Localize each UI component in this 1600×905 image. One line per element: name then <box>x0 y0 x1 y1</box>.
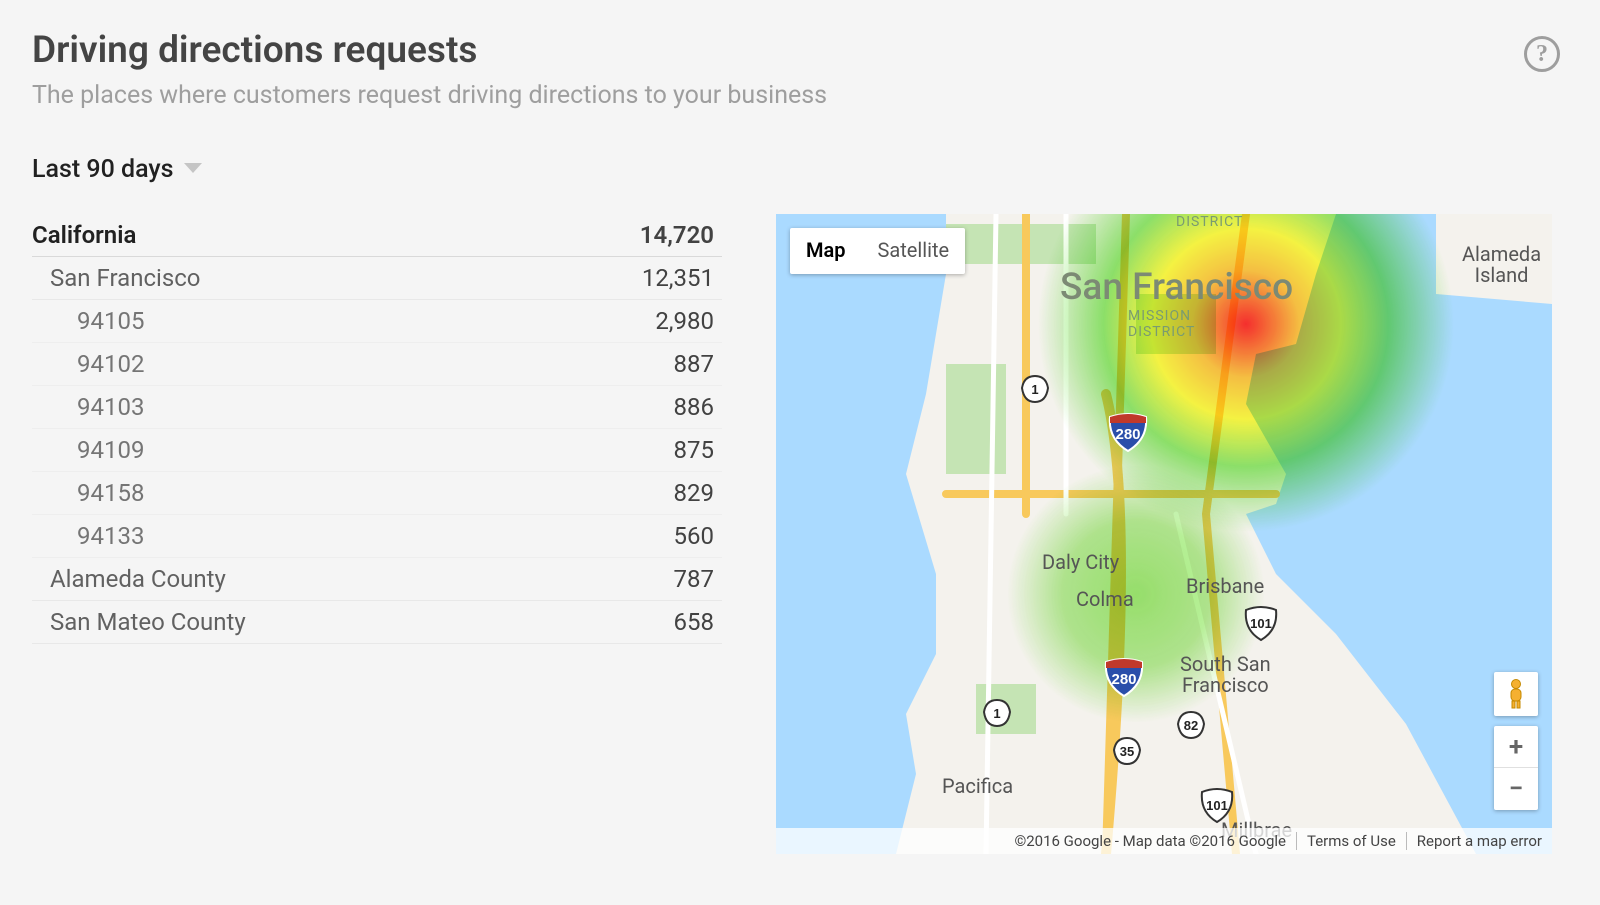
map-type-map[interactable]: Map <box>790 228 862 274</box>
map-city-label: Pacifica <box>942 776 1013 797</box>
map-city-label-main: San Francisco <box>1060 266 1293 309</box>
county-value: 12,351 <box>642 264 714 292</box>
heatmap[interactable]: San Francisco DISTRICTMISSIONDISTRICT Da… <box>776 214 1552 854</box>
svg-text:280: 280 <box>1115 426 1140 443</box>
titles: Driving directions requests The places w… <box>32 30 1524 111</box>
interstate-280-shield-icon: 280 <box>1106 409 1146 449</box>
map-type-satellite[interactable]: Satellite <box>862 228 966 274</box>
county-value: 658 <box>674 608 714 636</box>
svg-text:35: 35 <box>1120 744 1134 759</box>
county-row[interactable]: San Mateo County 658 <box>32 601 722 644</box>
page-subtitle: The places where customers request drivi… <box>32 81 1524 111</box>
svg-text:1: 1 <box>993 706 1000 721</box>
timeframe-label: Last 90 days <box>32 155 174 184</box>
svg-text:1: 1 <box>1031 382 1038 397</box>
zip-value: 560 <box>674 522 714 550</box>
timeframe-selector[interactable]: Last 90 days <box>32 155 1568 184</box>
zip-row[interactable]: 94102 887 <box>32 343 722 386</box>
zip-row[interactable]: 94133 560 <box>32 515 722 558</box>
county-name: Alameda County <box>50 565 226 593</box>
us-101-shield-icon: 101 <box>1242 604 1282 644</box>
interstate-280-shield-icon: 280 <box>1102 654 1142 694</box>
zip-name: 94102 <box>77 350 144 378</box>
state-value: 14,720 <box>640 221 714 249</box>
header: Driving directions requests The places w… <box>32 30 1568 111</box>
county-name: San Francisco <box>50 264 200 292</box>
ca-82-shield-icon: 82 <box>1176 710 1216 750</box>
state-row[interactable]: California 14,720 <box>32 214 722 257</box>
zoom-controls: + − <box>1494 726 1538 810</box>
zip-row[interactable]: 94103 886 <box>32 386 722 429</box>
zip-value: 886 <box>674 393 714 421</box>
county-name: San Mateo County <box>50 608 246 636</box>
svg-text:101: 101 <box>1250 616 1272 631</box>
page-title: Driving directions requests <box>32 30 1524 73</box>
ca-35-shield-icon: 35 <box>1112 736 1152 776</box>
zip-row[interactable]: 94105 2,980 <box>32 300 722 343</box>
map-attribution-data: ©2016 Google - Map data ©2016 Google <box>1004 832 1296 850</box>
pegman-icon <box>1506 679 1526 709</box>
zip-name: 94109 <box>77 436 144 464</box>
streetview-pegman[interactable] <box>1494 672 1538 716</box>
zip-value: 887 <box>674 350 714 378</box>
help-icon[interactable]: ? <box>1524 36 1560 72</box>
zip-row[interactable]: 94109 875 <box>32 429 722 472</box>
map-city-label: Colma <box>1076 589 1134 610</box>
map-city-label: South SanFrancisco <box>1180 654 1271 696</box>
map-type-toggle[interactable]: Map Satellite <box>790 228 965 274</box>
map-city-label: Brisbane <box>1186 576 1264 597</box>
county-row[interactable]: San Francisco 12,351 <box>32 257 722 300</box>
ca-1-shield-icon: 1 <box>982 698 1022 738</box>
svg-text:82: 82 <box>1184 718 1198 733</box>
map-district-label: MISSION <box>1128 308 1191 324</box>
zoom-in-button[interactable]: + <box>1494 726 1538 768</box>
zip-name: 94103 <box>77 393 144 421</box>
zip-name: 94158 <box>77 479 144 507</box>
zip-row[interactable]: 94158 829 <box>32 472 722 515</box>
state-name: California <box>32 221 136 249</box>
us-101-shield-icon: 101 <box>1198 786 1238 826</box>
map-city-label: Daly City <box>1042 552 1119 573</box>
region-table: California 14,720 San Francisco 12,351 9… <box>32 214 722 644</box>
ca-1-shield-icon: 1 <box>1020 374 1060 414</box>
map-report-error-link[interactable]: Report a map error <box>1406 832 1552 850</box>
zoom-out-button[interactable]: − <box>1494 768 1538 810</box>
map-district-label: DISTRICT <box>1128 324 1195 340</box>
zip-value: 829 <box>674 479 714 507</box>
zip-value: 2,980 <box>655 307 714 335</box>
map-city-label: AlamedaIsland <box>1462 244 1541 286</box>
map-attribution: ©2016 Google - Map data ©2016 Google Ter… <box>776 828 1552 854</box>
zip-name: 94133 <box>77 522 144 550</box>
svg-text:280: 280 <box>1111 671 1136 688</box>
zip-value: 875 <box>674 436 714 464</box>
map-terms-link[interactable]: Terms of Use <box>1296 832 1406 850</box>
content: California 14,720 San Francisco 12,351 9… <box>32 214 1568 854</box>
zip-name: 94105 <box>77 307 144 335</box>
county-value: 787 <box>674 565 714 593</box>
map-district-label: DISTRICT <box>1176 214 1243 230</box>
chevron-down-icon <box>184 163 202 175</box>
county-row[interactable]: Alameda County 787 <box>32 558 722 601</box>
svg-text:101: 101 <box>1206 798 1228 813</box>
